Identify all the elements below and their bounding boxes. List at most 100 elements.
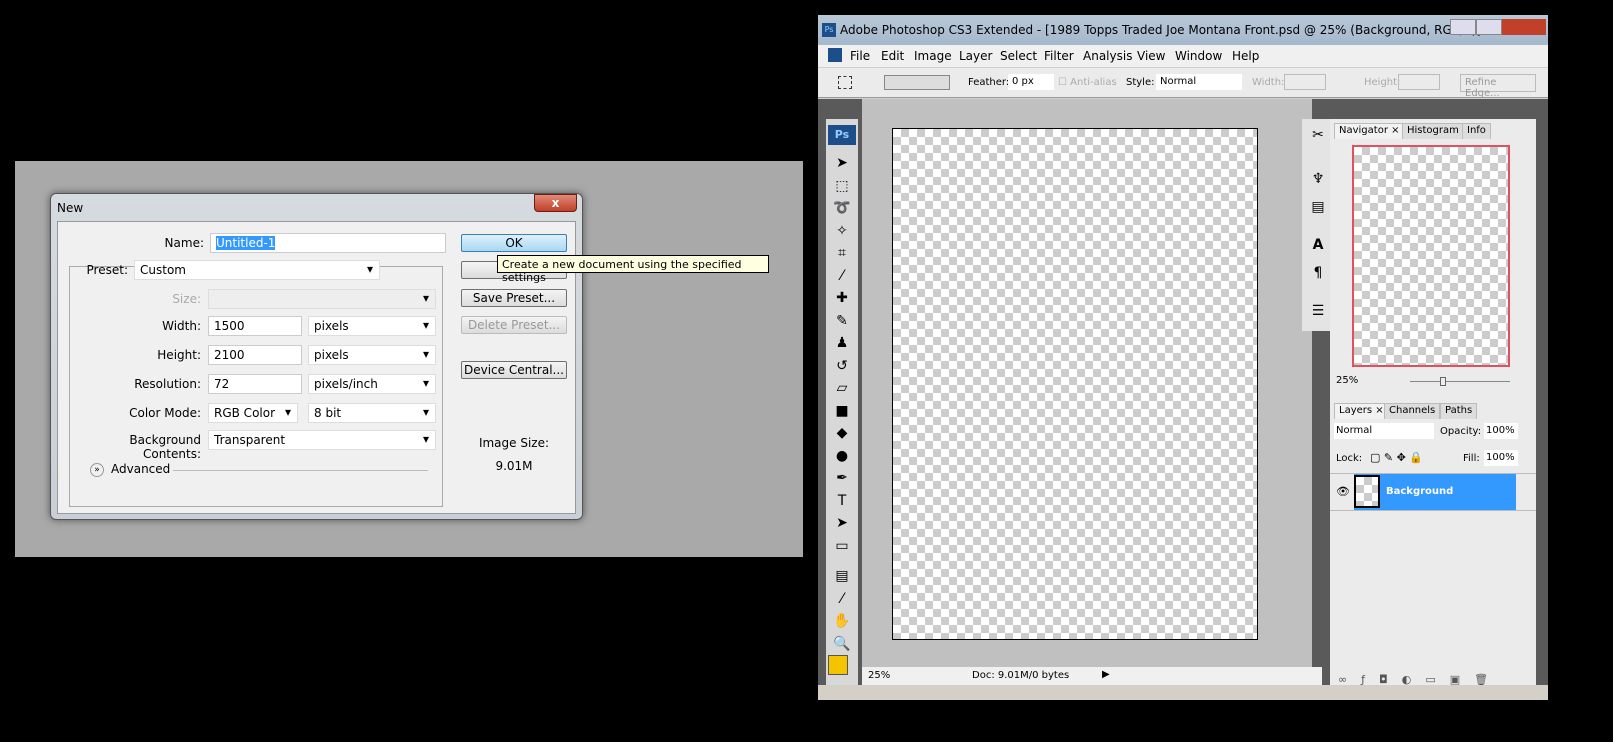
tab-info[interactable]: Info (1462, 123, 1491, 139)
eyedropper-icon[interactable]: ⁄ (826, 268, 858, 284)
menu-help[interactable]: Help (1232, 49, 1259, 63)
move-icon[interactable]: ➤ (826, 155, 858, 171)
history-brush-icon[interactable]: ↺ (826, 358, 858, 374)
width-input[interactable]: 1500 (208, 316, 302, 336)
hand-icon[interactable]: ✋ (826, 613, 858, 629)
maximize-button[interactable] (1476, 19, 1502, 35)
shape-icon[interactable]: ▭ (826, 538, 858, 554)
menu-window[interactable]: Window (1175, 49, 1222, 63)
slider-handle[interactable] (1440, 377, 1446, 386)
lock-icons[interactable]: ▢ ✎ ✥ 🔒 (1370, 451, 1423, 464)
fill-label: Fill: (1463, 453, 1480, 464)
photoshop-window: Ps Adobe Photoshop CS3 Extended - [1989 … (818, 15, 1548, 700)
eyedropper2-icon[interactable]: ⁄ (826, 591, 858, 607)
save-preset-button[interactable]: Save Preset... (461, 289, 567, 307)
color-mode-label: Color Mode: (129, 406, 201, 420)
tab-channels[interactable]: Channels (1384, 403, 1441, 419)
window-title: Adobe Photoshop CS3 Extended - [1989 Top… (840, 23, 1482, 37)
title-bar: Ps Adobe Photoshop CS3 Extended - [1989 … (818, 15, 1548, 45)
menu-layer[interactable]: Layer (959, 49, 992, 63)
marquee-icon[interactable]: ⬚ (826, 178, 858, 194)
status-zoom[interactable]: 25% (868, 670, 890, 681)
layer-actions-icons[interactable]: ∞ƒ◘◐▭▣🗑 (1338, 673, 1502, 686)
lasso-icon[interactable]: ➰ (826, 200, 858, 216)
marquee-preset-icon[interactable] (838, 76, 852, 89)
document-canvas[interactable] (892, 128, 1258, 640)
path-select-icon[interactable]: ➤ (826, 515, 858, 531)
ps-logo: Ps (828, 125, 856, 145)
antialias-checkbox: ☐ Anti-alias (1058, 77, 1117, 88)
opacity-input[interactable]: 100% (1484, 423, 1518, 439)
options-bar: Feather: 0 px ☐ Anti-alias Style: Normal… (818, 68, 1548, 99)
expand-advanced-icon[interactable]: » (90, 463, 104, 477)
ok-button[interactable]: OK (461, 234, 567, 252)
name-input[interactable]: Untitled-1 (210, 233, 446, 253)
stamp-icon[interactable]: ♟ (826, 335, 858, 351)
feather-label: Feather: (968, 77, 1010, 88)
fill-input[interactable]: 100% (1484, 450, 1518, 466)
tab-paths[interactable]: Paths (1440, 403, 1478, 419)
eraser-icon[interactable]: ▱ (826, 380, 858, 396)
type-icon[interactable]: T (826, 493, 858, 509)
menu-image[interactable]: Image (914, 49, 952, 63)
tools-panel: Ps ➤ ⬚ ➰ ✧ ⌗ ⁄ ✚ ✎ ♟ ↺ ▱ ■ ◆ ● ✒ T ➤ ▭ ▤ ⁄ ✋ 🔍 (826, 119, 858, 685)
brush-icon[interactable]: ✎ (826, 313, 858, 329)
resolution-unit-select[interactable]: pixels/inch (308, 374, 436, 394)
layer-thumbnail (1354, 475, 1380, 508)
menu-filter[interactable]: Filter (1044, 49, 1074, 63)
selection-mode-buttons[interactable] (884, 75, 950, 90)
healing-icon[interactable]: ✚ (826, 290, 858, 306)
blur-icon[interactable]: ◆ (826, 425, 858, 441)
pen-icon[interactable]: ✒ (826, 470, 858, 486)
menu-view[interactable]: View (1137, 49, 1165, 63)
notes-icon[interactable]: ▤ (826, 568, 858, 584)
layer-selected: Background (1354, 474, 1516, 510)
background-contents-select[interactable]: Transparent (208, 430, 436, 450)
height-input[interactable]: 2100 (208, 345, 302, 365)
tab-layers[interactable]: Layers × (1334, 403, 1389, 419)
minimize-button[interactable] (1450, 19, 1476, 35)
feather-input[interactable]: 0 px (1008, 74, 1054, 90)
magic-wand-icon[interactable]: ✧ (826, 223, 858, 239)
refine-edge-button: Refine Edge... (1460, 74, 1536, 99)
tab-navigator[interactable]: Navigator × (1334, 123, 1405, 139)
status-menu-arrow-icon[interactable]: ▶ (1102, 669, 1110, 680)
navigator-zoom-slider[interactable] (1410, 377, 1510, 386)
foreground-color-swatch[interactable] (828, 655, 848, 675)
menu-file[interactable]: File (850, 49, 870, 63)
close-window-button[interactable] (1502, 19, 1546, 35)
resolution-label: Resolution: (134, 377, 201, 391)
workspace: Ps ➤ ⬚ ➰ ✧ ⌗ ⁄ ✚ ✎ ♟ ↺ ▱ ■ ◆ ● ✒ T ➤ ▭ ▤ ⁄ ✋ 🔍 25% Doc: 9.01M… (818, 99, 1548, 686)
height-label: Height: (157, 348, 201, 362)
blend-mode-select[interactable]: Normal (1334, 423, 1434, 439)
advanced-divider (173, 470, 428, 471)
width-unit-select[interactable]: pixels (308, 316, 436, 336)
preset-select[interactable]: Custom (134, 260, 380, 280)
advanced-label: Advanced (111, 462, 171, 476)
dodge-icon[interactable]: ● (826, 448, 858, 464)
navigator-zoom[interactable]: 25% (1336, 375, 1358, 386)
close-button[interactable]: x (534, 194, 577, 212)
zoom-icon[interactable]: 🔍 (826, 636, 858, 652)
menu-analysis[interactable]: Analysis (1083, 49, 1132, 63)
dialog-title: New (57, 201, 84, 215)
crop-icon[interactable]: ⌗ (826, 245, 858, 261)
menu-select[interactable]: Select (1000, 49, 1037, 63)
size-label: Size: (172, 292, 201, 306)
visibility-eye-icon[interactable]: 👁 (1336, 485, 1350, 498)
menu-edit[interactable]: Edit (881, 49, 904, 63)
image-size-label: Image Size: (478, 436, 550, 450)
navigator-preview[interactable] (1352, 145, 1510, 367)
gradient-icon[interactable]: ■ (826, 403, 858, 419)
lock-label: Lock: (1336, 453, 1363, 464)
tab-navigator-label: Navigator (1339, 125, 1388, 136)
style-select[interactable]: Normal (1156, 74, 1242, 90)
tab-histogram[interactable]: Histogram (1402, 123, 1464, 139)
new-document-dialog: New x Name: Untitled-1 Preset: Custom Si… (50, 193, 583, 520)
height-unit-select[interactable]: pixels (308, 345, 436, 365)
resolution-input[interactable]: 72 (208, 374, 302, 394)
device-central-button[interactable]: Device Central... (461, 361, 567, 379)
color-mode-select[interactable]: RGB Color (208, 403, 298, 423)
bit-depth-select[interactable]: 8 bit (308, 403, 436, 423)
layer-row[interactable]: 👁 Background (1330, 473, 1536, 511)
